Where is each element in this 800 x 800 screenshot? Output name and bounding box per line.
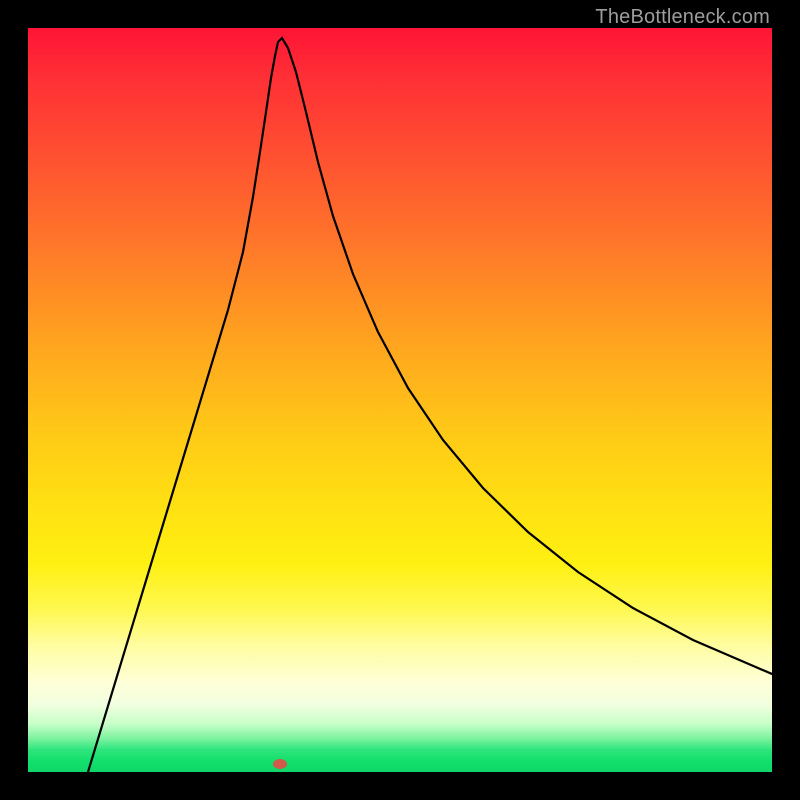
chart-frame: TheBottleneck.com bbox=[0, 0, 800, 800]
watermark-text: TheBottleneck.com bbox=[595, 6, 770, 29]
curve-svg bbox=[28, 28, 772, 772]
bottleneck-curve bbox=[88, 38, 772, 772]
minimum-marker bbox=[273, 759, 287, 769]
plot-area bbox=[28, 28, 772, 772]
